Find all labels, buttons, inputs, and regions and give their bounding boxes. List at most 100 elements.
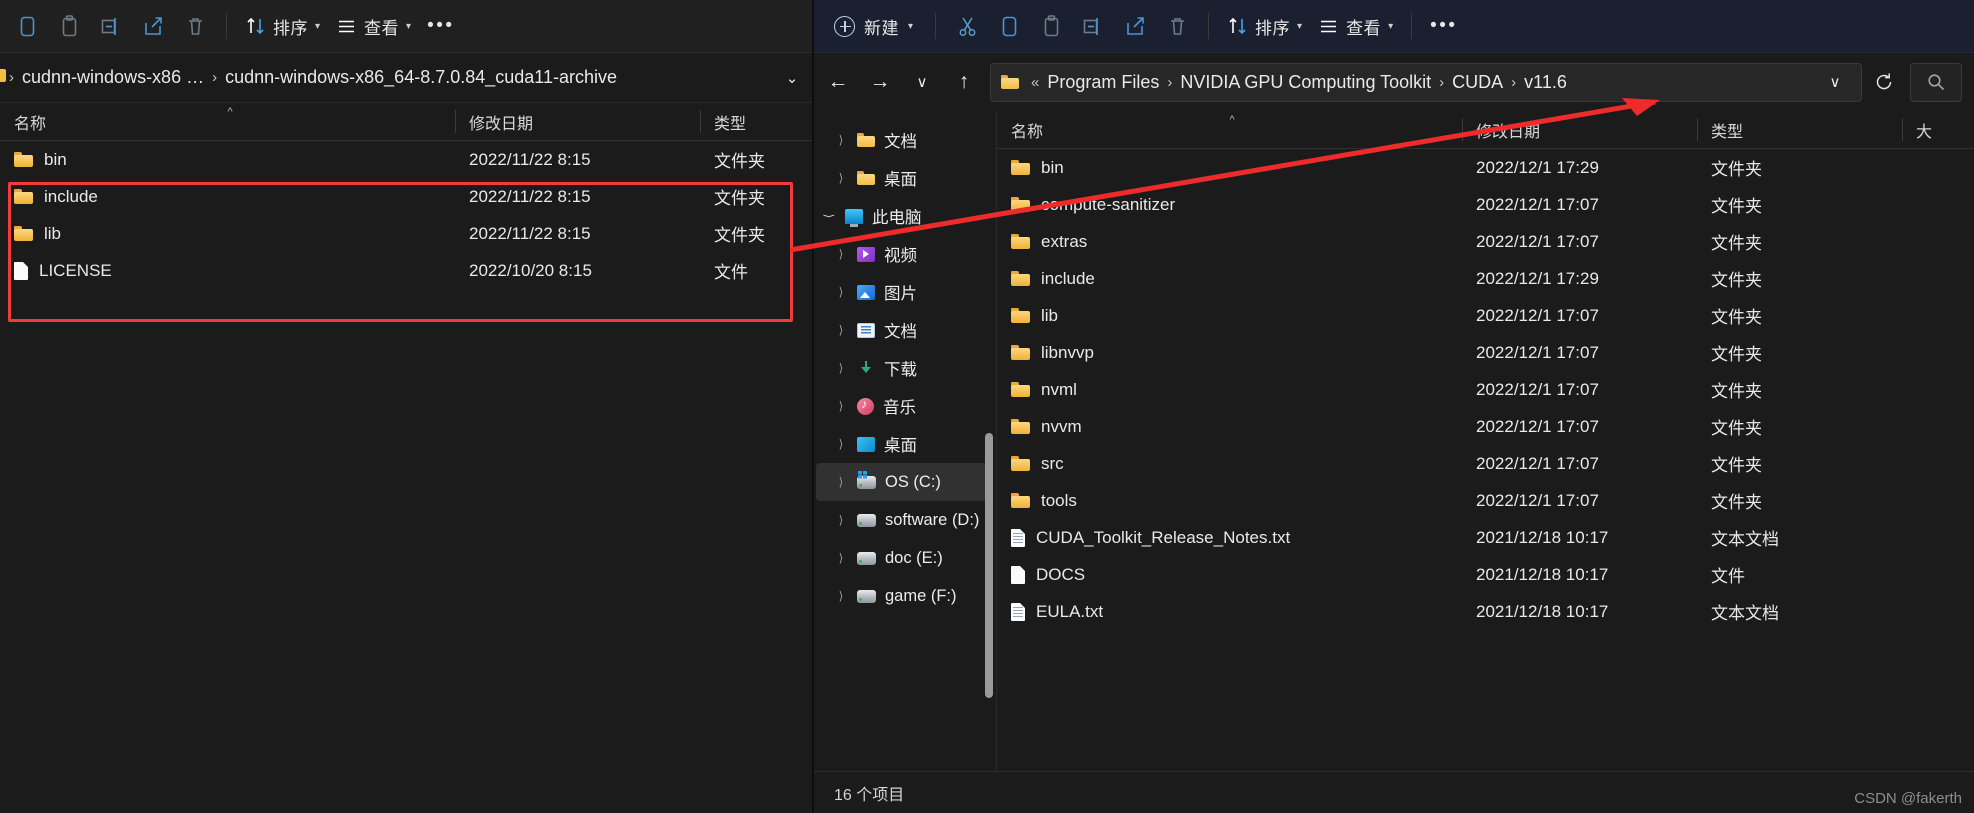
breadcrumb-item-2[interactable]: CUDA xyxy=(1447,70,1508,95)
breadcrumb-item-0[interactable]: cudnn-windows-x86 … xyxy=(17,65,209,90)
table-row[interactable]: src 2022/12/1 17:07 文件夹 xyxy=(997,445,1974,482)
drive-os-icon xyxy=(857,470,876,489)
tree-item-音乐[interactable]: ⟩ 音乐 xyxy=(816,387,990,425)
tree-item-图片[interactable]: ⟩ 图片 xyxy=(816,273,990,311)
delete-button[interactable] xyxy=(1156,6,1198,46)
paste-button[interactable] xyxy=(48,6,90,46)
table-row[interactable]: libnvvp 2022/12/1 17:07 文件夹 xyxy=(997,334,1974,371)
breadcrumb-item-3[interactable]: v11.6 xyxy=(1519,70,1572,95)
column-header-name[interactable]: ^ 名称 xyxy=(997,111,1462,148)
tree-item-label: 下载 xyxy=(884,361,917,379)
table-row[interactable]: lib 2022/11/22 8:15 文件夹 xyxy=(0,215,812,252)
cut-button[interactable] xyxy=(946,6,988,46)
tree-item-label: 文档 xyxy=(884,323,917,341)
file-date-label: 2021/12/18 10:17 xyxy=(1476,527,1609,547)
share-button[interactable] xyxy=(132,6,174,46)
navigation-scrollbar[interactable] xyxy=(985,433,993,698)
share-button[interactable] xyxy=(1114,6,1156,46)
tree-item-doc (E:)[interactable]: ⟩ doc (E:) xyxy=(816,539,990,577)
address-dropdown-button[interactable]: ∨ xyxy=(1815,63,1855,101)
column-header-type[interactable]: 类型 xyxy=(700,103,812,140)
file-type-label: 文件夹 xyxy=(714,189,765,208)
breadcrumb-item-0[interactable]: Program Files xyxy=(1042,70,1164,95)
folder-icon xyxy=(857,133,875,147)
tree-item-label: 桌面 xyxy=(884,437,917,455)
tree-item-此电脑[interactable]: ⟩ 此电脑 xyxy=(816,197,990,235)
table-row[interactable]: include 2022/11/22 8:15 文件夹 xyxy=(0,178,812,215)
tree-item-视频[interactable]: ⟩ 视频 xyxy=(816,235,990,273)
paste-button[interactable] xyxy=(1030,6,1072,46)
more-options-button[interactable]: ••• xyxy=(1422,6,1465,46)
left-column-headers: ^ 名称 修改日期 类型 xyxy=(0,103,812,141)
toolbar-divider-a xyxy=(935,13,937,39)
view-button[interactable]: 查看 ▾ xyxy=(328,6,419,46)
column-header-date[interactable]: 修改日期 xyxy=(1462,111,1697,148)
cell-type: 文件夹 xyxy=(1697,297,1902,334)
column-header-date[interactable]: 修改日期 xyxy=(455,103,700,140)
table-row[interactable]: include 2022/12/1 17:29 文件夹 xyxy=(997,260,1974,297)
copy-button[interactable] xyxy=(988,6,1030,46)
back-button[interactable]: ← xyxy=(818,63,858,101)
column-header-type[interactable]: 类型 xyxy=(1697,111,1902,148)
chevron-right-icon[interactable]: ⟩ xyxy=(834,513,848,527)
table-row[interactable]: nvml 2022/12/1 17:07 文件夹 xyxy=(997,371,1974,408)
chevron-right-icon[interactable]: ⟩ xyxy=(834,589,848,603)
left-breadcrumb-dropdown[interactable]: ⌄ xyxy=(772,59,812,97)
table-row[interactable]: tools 2022/12/1 17:07 文件夹 xyxy=(997,482,1974,519)
chevron-right-icon[interactable]: ⟩ xyxy=(834,399,848,413)
file-name-label: bin xyxy=(1041,157,1064,177)
refresh-button[interactable] xyxy=(1864,63,1904,102)
chevron-right-icon[interactable]: ⟩ xyxy=(834,285,848,299)
file-date-label: 2022/10/20 8:15 xyxy=(469,260,592,280)
copy-button[interactable] xyxy=(6,6,48,46)
table-row[interactable]: DOCS 2021/12/18 10:17 文件 xyxy=(997,556,1974,593)
tree-item-下载[interactable]: ⟩ 下载 xyxy=(816,349,990,387)
file-date-label: 2021/12/18 10:17 xyxy=(1476,564,1609,584)
table-row[interactable]: bin 2022/11/22 8:15 文件夹 xyxy=(0,141,812,178)
column-header-name[interactable]: ^ 名称 xyxy=(0,103,455,140)
tree-item-OS (C:)[interactable]: ⟩ OS (C:) xyxy=(816,463,990,501)
table-row[interactable]: bin 2022/12/1 17:29 文件夹 xyxy=(997,149,1974,186)
desktop-icon xyxy=(857,436,875,452)
tree-item-桌面[interactable]: ⟩ 桌面 xyxy=(816,425,990,463)
breadcrumb-item-1[interactable]: NVIDIA GPU Computing Toolkit xyxy=(1175,70,1436,95)
sort-button[interactable]: 排序 ▾ xyxy=(237,6,328,46)
folder-icon xyxy=(857,171,875,185)
recent-locations-button[interactable]: ∨ xyxy=(902,63,942,101)
forward-button[interactable]: → xyxy=(860,63,900,101)
chevron-right-icon[interactable]: ⟩ xyxy=(834,551,848,565)
up-button[interactable]: ↑ xyxy=(944,63,984,101)
table-row[interactable]: lib 2022/12/1 17:07 文件夹 xyxy=(997,297,1974,334)
view-button[interactable]: 查看 ▾ xyxy=(1310,6,1401,46)
chevron-right-icon[interactable]: ⟩ xyxy=(834,361,848,375)
tree-item-game (F:)[interactable]: ⟩ game (F:) xyxy=(816,577,990,615)
table-row[interactable]: nvvm 2022/12/1 17:07 文件夹 xyxy=(997,408,1974,445)
table-row[interactable]: extras 2022/12/1 17:07 文件夹 xyxy=(997,223,1974,260)
tree-item-文档[interactable]: ⟩ 文档 xyxy=(816,311,990,349)
tree-item-桌面[interactable]: ⟩ 桌面 xyxy=(816,159,990,197)
table-row[interactable]: EULA.txt 2021/12/18 10:17 文本文档 xyxy=(997,593,1974,630)
file-type-label: 文件夹 xyxy=(714,226,765,245)
column-header-size[interactable]: 大 xyxy=(1902,111,1972,148)
breadcrumb-item-1[interactable]: cudnn-windows-x86_64-8.7.0.84_cuda11-arc… xyxy=(220,65,622,90)
table-row[interactable]: CUDA_Toolkit_Release_Notes.txt 2021/12/18… xyxy=(997,519,1974,556)
table-row[interactable]: compute-sanitizer 2022/12/1 17:07 文件夹 xyxy=(997,186,1974,223)
chevron-right-icon[interactable]: ⟩ xyxy=(834,171,848,185)
chevron-down-icon[interactable]: ⟩ xyxy=(822,209,836,223)
table-row[interactable]: LICENSE 2022/10/20 8:15 文件 xyxy=(0,252,812,289)
rename-button[interactable] xyxy=(90,6,132,46)
chevron-right-icon[interactable]: ⟩ xyxy=(834,133,848,147)
new-button[interactable]: 新建 ▾ xyxy=(822,6,925,46)
search-input[interactable] xyxy=(1910,62,1962,102)
chevron-right-icon[interactable]: ⟩ xyxy=(834,437,848,451)
sort-button[interactable]: 排序 ▾ xyxy=(1219,6,1310,46)
delete-button[interactable] xyxy=(174,6,216,46)
chevron-right-icon[interactable]: ⟩ xyxy=(834,475,848,489)
tree-item-文档[interactable]: ⟩ 文档 xyxy=(816,121,990,159)
more-options-button[interactable]: ••• xyxy=(419,6,462,46)
rename-button[interactable] xyxy=(1072,6,1114,46)
address-input[interactable]: « Program Files › NVIDIA GPU Computing Too… xyxy=(990,62,1862,102)
chevron-right-icon[interactable]: ⟩ xyxy=(834,247,848,261)
chevron-right-icon[interactable]: ⟩ xyxy=(834,323,848,337)
tree-item-software (D:)[interactable]: ⟩ software (D:) xyxy=(816,501,990,539)
